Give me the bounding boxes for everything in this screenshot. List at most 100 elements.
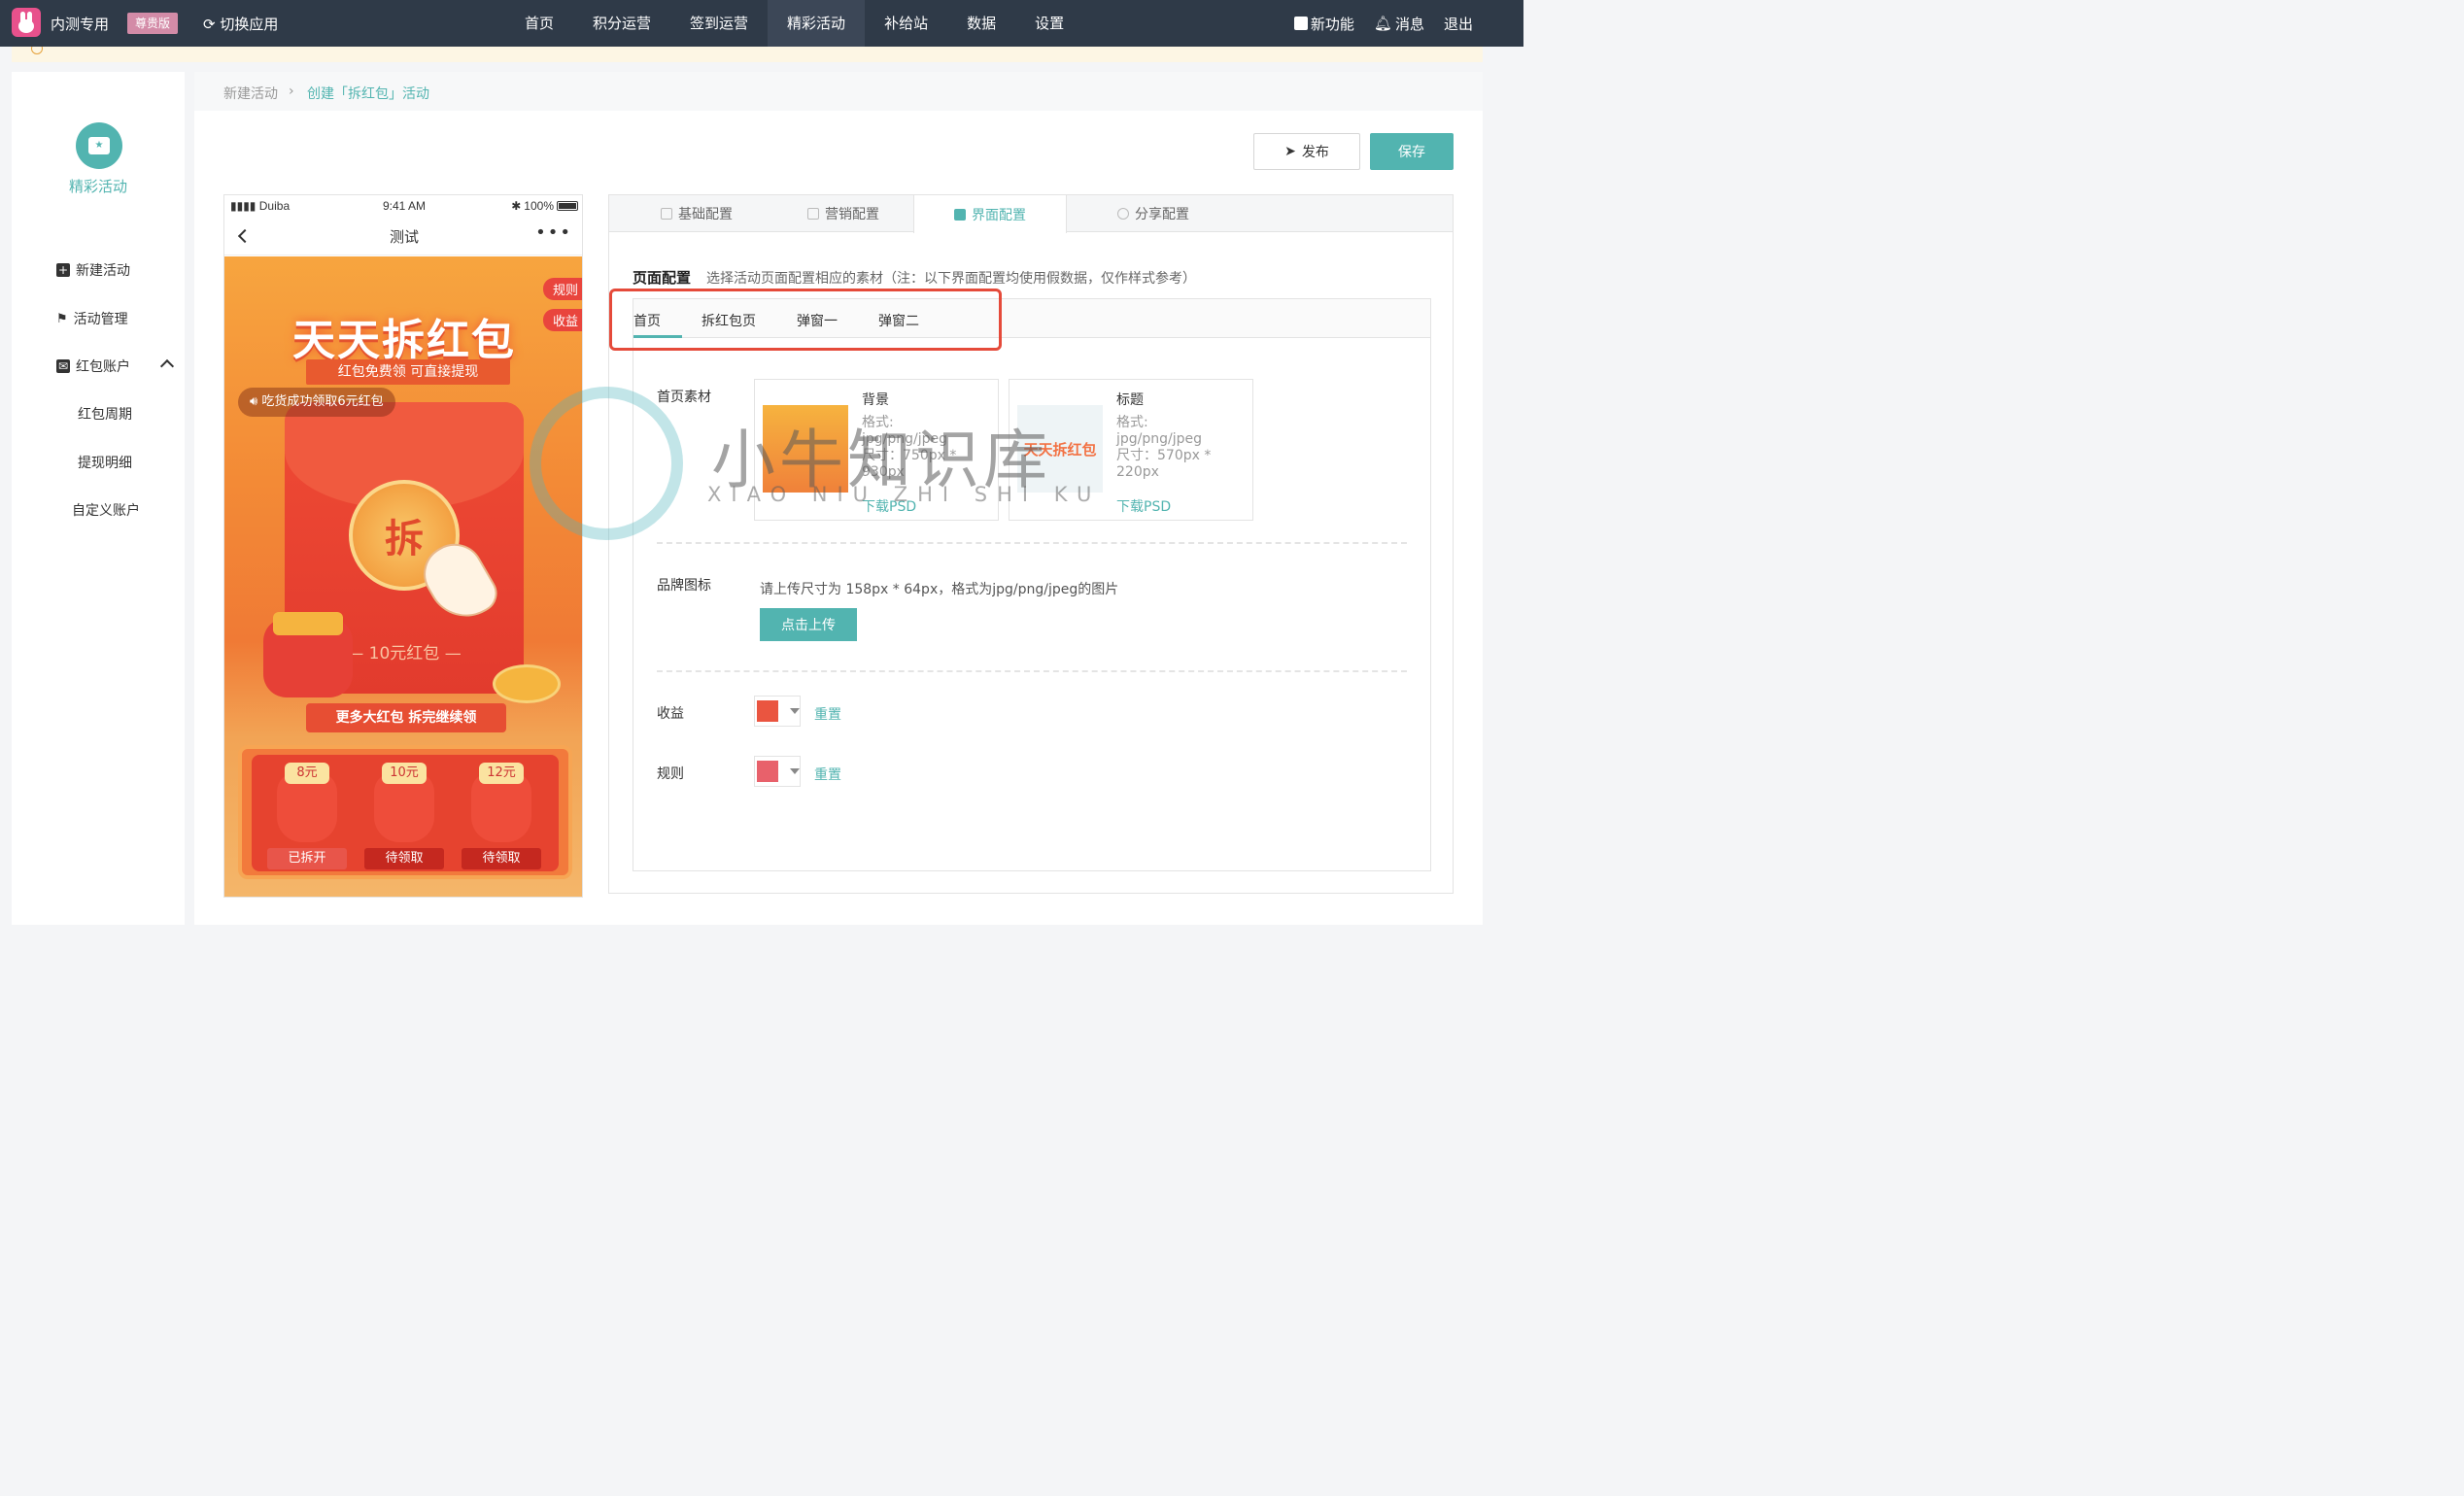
- app-name: 内测专用: [51, 16, 110, 33]
- nav-activities[interactable]: 精彩活动: [768, 0, 866, 47]
- tab-label: 营销配置: [825, 207, 879, 222]
- watermark-subtext: XIAO NIU ZHI SHI KU: [707, 483, 1102, 506]
- tab-label: 基础配置: [678, 207, 733, 222]
- brand-upload-hint: 请上传尺寸为 158px * 64px，格式为jpg/png/jpeg的图片: [760, 582, 1119, 597]
- switch-app-button[interactable]: ⟳ 切换应用: [203, 14, 278, 34]
- page-config-subpanel: 首页 拆红包页 弹窗一 弹窗二 首页素材 背景 格式: jpg/png/jpeg…: [633, 298, 1431, 871]
- reward-status: 已拆开: [267, 848, 347, 869]
- asset-format-label: 格式:: [1116, 415, 1148, 430]
- tab-interface[interactable]: 界面配置: [913, 195, 1067, 233]
- refresh-icon: ⟳: [203, 16, 216, 33]
- app-logo-icon[interactable]: [12, 8, 41, 37]
- asset-size: 尺寸：570px *: [1116, 448, 1212, 463]
- sidebar-title: 精彩活动: [68, 178, 127, 195]
- asset-name: 标题: [1116, 392, 1144, 408]
- config-tabs: 基础配置 营销配置 界面配置 分享配置: [609, 195, 1453, 233]
- breadcrumb-home[interactable]: 新建活动: [223, 84, 278, 103]
- chevron-up-icon[interactable]: [159, 358, 175, 374]
- brand-icon-label: 品牌图标: [657, 578, 711, 594]
- rules-color-swatch: [757, 761, 778, 782]
- sidebar-item-redpacket-account[interactable]: ✉ 红包账户: [56, 357, 130, 376]
- sidebar-sub-withdraw[interactable]: 提现明细: [78, 453, 132, 472]
- bluetooth-icon: ✱: [511, 199, 522, 213]
- phone-status-bar: ▮▮▮▮ Duiba 9:41 AM ✱ 100%: [224, 195, 582, 217]
- flag-icon: ⚑: [56, 311, 68, 326]
- reward-item[interactable]: 8元 已拆开: [267, 761, 347, 869]
- more-icon[interactable]: •••: [535, 222, 572, 243]
- nav-data[interactable]: 数据: [947, 0, 1015, 47]
- more-redpackets-banner[interactable]: 更多大红包 拆完继续领: [306, 703, 506, 732]
- marquee-notice: 🔊︎ 吃货成功领取6元红包: [238, 388, 395, 417]
- subtabs-highlight-box: [609, 289, 1002, 351]
- messages-label: 消息: [1394, 15, 1424, 33]
- sidebar-item-label: 红包账户: [76, 359, 130, 375]
- rules-color-picker[interactable]: [754, 756, 801, 787]
- download-psd-link[interactable]: 下载PSD: [1116, 496, 1171, 516]
- top-right-menu: 新功能 🔔︎ 消息 退出: [1293, 0, 1473, 47]
- nav-points[interactable]: 积分运营: [573, 0, 670, 47]
- envelope-icon: ✉: [56, 359, 70, 373]
- breadcrumb: 新建活动 › 创建「拆红包」活动: [194, 72, 1483, 111]
- reward-amount: 12元: [479, 763, 524, 784]
- publish-button[interactable]: ➤ 发布: [1253, 133, 1360, 170]
- section-description: 选择活动页面配置相应的素材（注：以下界面配置均使用假数据，仅作样式参考）: [706, 271, 1196, 287]
- nav-checkin[interactable]: 签到运营: [670, 0, 768, 47]
- layers-icon: [661, 208, 672, 220]
- rules-color-label: 规则: [657, 766, 684, 782]
- income-color-picker[interactable]: [754, 696, 801, 727]
- nav-supply[interactable]: 补给站: [865, 0, 947, 47]
- reward-status: 待领取: [462, 848, 541, 869]
- new-feature-button[interactable]: 新功能: [1293, 14, 1354, 34]
- phone-preview: ▮▮▮▮ Duiba 9:41 AM ✱ 100% 测试 ••• 规则 收益 天…: [223, 194, 583, 898]
- battery: ✱ 100%: [511, 199, 578, 213]
- rules-reset-link[interactable]: 重置: [814, 765, 841, 784]
- main-nav: 首页 积分运营 签到运营 精彩活动 补给站 数据 设置: [505, 0, 1083, 47]
- send-icon: ➤: [1284, 144, 1296, 159]
- divider: [657, 542, 1407, 544]
- sidebar-item-label: 新建活动: [76, 263, 130, 279]
- banner-subtitle: 红包免费领 可直接提现: [306, 359, 510, 385]
- sidebar-sub-cycle[interactable]: 红包周期: [78, 404, 132, 424]
- reward-amount: 10元: [382, 763, 427, 784]
- nav-home[interactable]: 首页: [505, 0, 573, 47]
- marquee-text: 吃货成功领取6元红包: [261, 394, 384, 409]
- rules-pill[interactable]: 规则: [542, 278, 582, 300]
- tab-marketing[interactable]: 营销配置: [774, 195, 912, 232]
- sidebar-sub-custom-account[interactable]: 自定义账户: [72, 500, 140, 520]
- save-button[interactable]: 保存: [1370, 133, 1454, 170]
- logout-button[interactable]: 退出: [1444, 14, 1473, 34]
- sidebar-item-label: 活动管理: [73, 312, 128, 327]
- reward-item[interactable]: 12元 待领取: [462, 761, 541, 869]
- income-color-swatch: [757, 700, 778, 722]
- gift-icon: [807, 208, 819, 220]
- income-color-label: 收益: [657, 706, 684, 722]
- assets-label: 首页素材: [657, 390, 711, 405]
- nav-settings[interactable]: 设置: [1015, 0, 1083, 47]
- warning-icon: [31, 47, 43, 54]
- asset-name: 背景: [862, 392, 889, 408]
- reward-item[interactable]: 10元 待领取: [364, 761, 444, 869]
- caret-down-icon: [790, 708, 800, 714]
- phone-body: 规则 收益 天天拆红包 红包免费领 可直接提现 拆 — 10元红包 — 🔊︎ 吃…: [224, 256, 582, 897]
- messages-button[interactable]: 🔔︎ 消息: [1374, 14, 1424, 34]
- link-icon: [1117, 208, 1129, 220]
- sidebar: ★ 精彩活动 + 新建活动 ⚑ 活动管理 ✉ 红包账户 红包周期 提现明细 自定…: [12, 72, 185, 925]
- new-feature-label: 新功能: [1310, 15, 1354, 33]
- sidebar-item-new-activity[interactable]: + 新建活动: [56, 260, 130, 280]
- config-panel: 基础配置 营销配置 界面配置 分享配置 页面配置 选择活动页面配置相应的素材（注…: [608, 194, 1454, 894]
- layout-icon: [954, 208, 966, 221]
- switch-app-label: 切换应用: [220, 16, 279, 33]
- reward-status: 待领取: [364, 848, 444, 869]
- income-reset-link[interactable]: 重置: [814, 704, 841, 724]
- speaker-icon: 🔊︎: [250, 394, 258, 409]
- asset-format: jpg/png/jpeg: [1116, 431, 1203, 447]
- phone-title: 测试: [389, 228, 419, 246]
- sidebar-item-activity-management[interactable]: ⚑ 活动管理: [56, 309, 128, 328]
- reward-box: 8元 已拆开 10元 待领取 12元 待领取: [238, 745, 572, 879]
- mascot-image: [263, 612, 353, 697]
- upload-button[interactable]: 点击上传: [760, 608, 857, 641]
- bell-icon: 🔔︎: [1373, 15, 1392, 32]
- publish-label: 发布: [1301, 145, 1329, 160]
- tab-basic[interactable]: 基础配置: [629, 195, 765, 232]
- tab-share[interactable]: 分享配置: [1085, 195, 1221, 232]
